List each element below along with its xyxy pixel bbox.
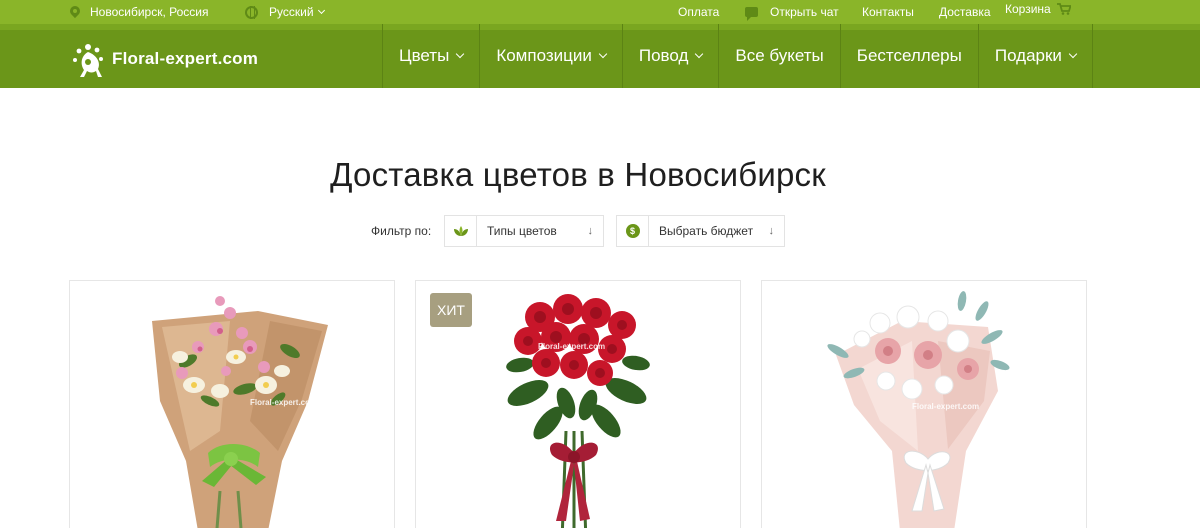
nav-gifts[interactable]: Подарки bbox=[977, 24, 1093, 88]
main-navbar: Floral-expert.com Цветы Композиции Повод… bbox=[0, 24, 1200, 88]
product-image-pastel-bouquet[interactable]: Floral-expert.com bbox=[762, 281, 1087, 528]
top-bar: Новосибирск, Россия Русский Оплата Откры… bbox=[0, 0, 1200, 24]
main-menu: Цветы Композиции Повод Все букеты Бестсе… bbox=[382, 24, 1093, 88]
arrow-down-icon: ↓ bbox=[768, 225, 775, 237]
hit-badge: ХИТ bbox=[430, 293, 472, 327]
watermark: Floral-expert.com bbox=[538, 342, 605, 351]
city-selector[interactable]: Новосибирск, Россия bbox=[70, 0, 208, 24]
nav-all-bouquets-label: Все букеты bbox=[735, 46, 824, 65]
chat-icon bbox=[745, 7, 758, 21]
logo-text: Floral-expert.com bbox=[112, 49, 259, 68]
nav-all-bouquets[interactable]: Все букеты bbox=[718, 24, 839, 88]
product-card[interactable]: Floral-expert.com bbox=[761, 280, 1087, 528]
cart-label: Корзина bbox=[1005, 2, 1051, 16]
arrow-down-icon: ↓ bbox=[587, 225, 594, 237]
nav-flowers[interactable]: Цветы bbox=[382, 24, 479, 88]
contacts-link[interactable]: Контакты bbox=[862, 0, 914, 24]
product-image-mixed-bouquet[interactable]: Floral-expert.com bbox=[70, 281, 395, 528]
logo-flower-icon bbox=[73, 44, 103, 77]
watermark: Floral-expert.com bbox=[250, 398, 317, 407]
chevron-down-icon bbox=[317, 6, 325, 15]
nav-compositions-label: Композиции bbox=[496, 46, 592, 65]
product-card[interactable]: Floral-expert.com ХИТ bbox=[415, 280, 741, 528]
location-pin-icon bbox=[70, 6, 80, 19]
payment-link[interactable]: Оплата bbox=[678, 0, 719, 24]
budget-label: Выбрать бюджет bbox=[659, 224, 754, 238]
chevron-down-icon bbox=[456, 49, 465, 59]
cart-icon bbox=[1056, 3, 1071, 15]
cart-link[interactable]: Корзина bbox=[1005, 0, 1071, 21]
chevron-down-icon bbox=[1068, 49, 1078, 59]
dollar-sign: $ bbox=[625, 224, 640, 238]
dollar-coin-icon: $ bbox=[617, 216, 649, 246]
nav-bestsellers[interactable]: Бестселлеры bbox=[839, 24, 978, 88]
language-selector[interactable]: Русский bbox=[245, 0, 325, 24]
city-label: Новосибирск, Россия bbox=[90, 5, 209, 19]
chevron-down-icon bbox=[695, 49, 704, 59]
language-label: Русский bbox=[269, 5, 314, 19]
delivery-link[interactable]: Доставка bbox=[939, 0, 991, 24]
nav-compositions[interactable]: Композиции bbox=[479, 24, 622, 88]
product-card[interactable]: Floral-expert.com bbox=[69, 280, 395, 528]
open-chat-link[interactable]: Открыть чат bbox=[745, 0, 839, 24]
site-logo[interactable]: Floral-expert.com bbox=[70, 38, 258, 80]
nav-gifts-label: Подарки bbox=[994, 46, 1062, 65]
flower-types-label: Типы цветов bbox=[487, 224, 557, 238]
budget-filter[interactable]: $ Выбрать бюджет ↓ bbox=[616, 215, 785, 247]
nav-occasion-label: Повод bbox=[638, 46, 689, 65]
open-chat-label: Открыть чат bbox=[770, 5, 839, 19]
filter-label: Фильтр по: bbox=[371, 224, 432, 238]
nav-bestsellers-label: Бестселлеры bbox=[856, 46, 962, 65]
chevron-down-icon bbox=[598, 49, 608, 59]
watermark: Floral-expert.com bbox=[912, 402, 979, 411]
nav-flowers-label: Цветы bbox=[399, 46, 450, 65]
page-title: Доставка цветов в Новосибирск bbox=[330, 156, 826, 193]
flower-types-filter[interactable]: Типы цветов ↓ bbox=[444, 215, 604, 247]
leaf-icon bbox=[445, 216, 477, 246]
globe-icon bbox=[245, 5, 258, 19]
nav-occasion[interactable]: Повод bbox=[621, 24, 719, 88]
